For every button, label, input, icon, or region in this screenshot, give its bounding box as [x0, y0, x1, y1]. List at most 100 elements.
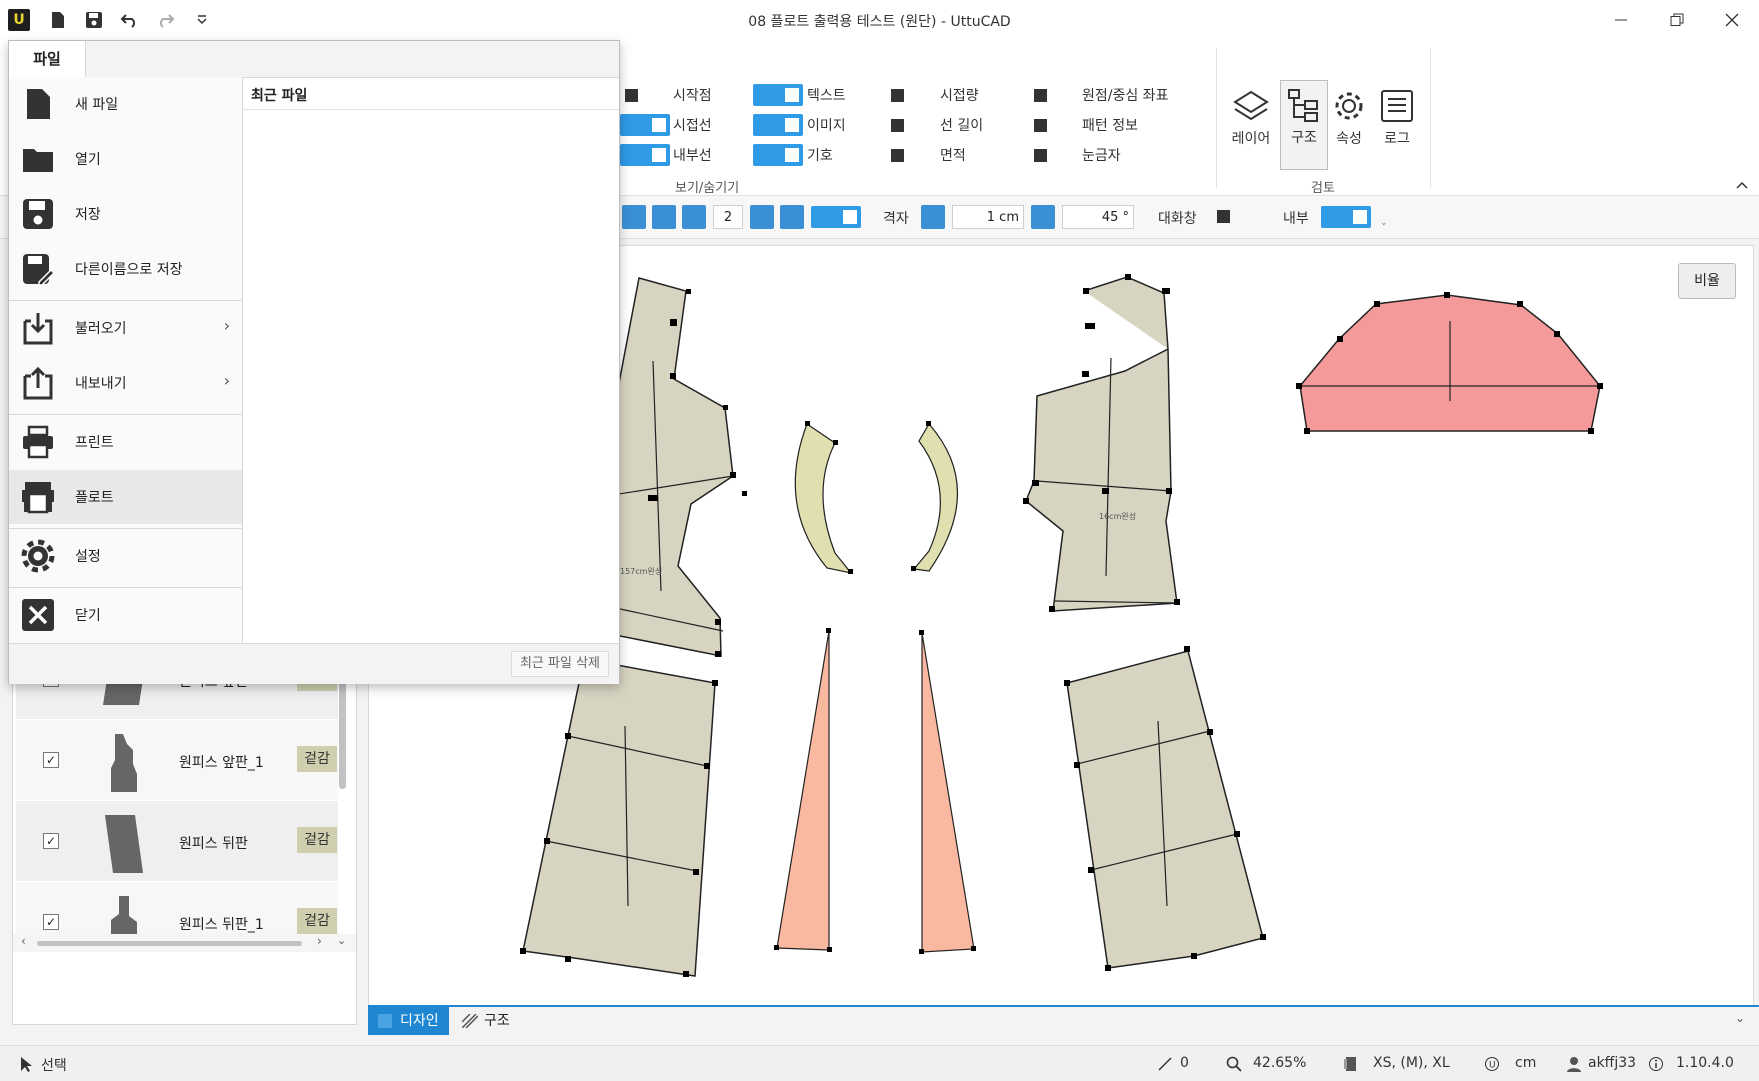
tab-structure[interactable]: 구조 [452, 1007, 520, 1035]
toggle-area[interactable] [891, 149, 904, 162]
toggle-image[interactable] [753, 114, 803, 136]
toggle-start-point[interactable] [625, 89, 638, 102]
back-bodice-piece[interactable] [1025, 276, 1178, 612]
ruler-icon[interactable] [921, 205, 945, 229]
curve-tool-icon[interactable] [750, 205, 774, 229]
label-seam-allowance: 시접량 [940, 88, 979, 104]
restore-button[interactable] [1650, 0, 1704, 40]
label-inner-line: 내부선 [673, 148, 712, 164]
recent-files-list[interactable] [243, 111, 619, 643]
toggle-seam-allowance[interactable] [891, 89, 904, 102]
layer-button[interactable]: 레이어 [1228, 82, 1274, 170]
piece-checkbox[interactable]: ✓ [43, 752, 59, 768]
close-menu-item[interactable]: 닫기 [9, 588, 242, 642]
sizes-status: XS, (M), XL [1373, 1055, 1450, 1071]
open-menu-item[interactable]: 열기 [9, 132, 242, 186]
toggle-line-length[interactable] [891, 119, 904, 132]
collapse-ribbon-icon[interactable] [1736, 178, 1748, 192]
new-file-menu-item[interactable]: 새 파일 [9, 77, 242, 131]
group-label-view: 보기/숨기기 [675, 181, 740, 196]
piece-material-tag: 겉감 [297, 746, 337, 772]
scroll-right-icon[interactable]: › [317, 934, 322, 948]
minimize-button[interactable] [1594, 0, 1648, 40]
front-dart-piece[interactable] [776, 630, 830, 951]
angle-input[interactable]: 45 ° [1062, 205, 1134, 229]
toolbar-overflow-icon[interactable]: ⌄ [1380, 218, 1388, 228]
piece-material-tag: 겉감 [297, 827, 337, 853]
front-skirt-piece[interactable] [522, 658, 716, 977]
line-icon [1158, 1057, 1172, 1071]
save-menu-item[interactable]: 저장 [9, 187, 242, 241]
close-window-button[interactable] [1705, 0, 1759, 40]
scroll-left-icon[interactable]: ‹ [21, 934, 26, 948]
table-row[interactable]: ✓ 원피스 뒤판 겉감 [16, 801, 338, 882]
horizontal-scrollbar[interactable] [37, 941, 302, 946]
export-menu-item[interactable]: 내보내기 › [9, 356, 242, 410]
file-menu: 파일 새 파일 열기 저장 다른이름으로 저장 불러오기 › 내보내기 › 프린… [8, 40, 620, 684]
extend-tool-icon[interactable] [682, 205, 706, 229]
log-button[interactable]: 로그 [1374, 82, 1420, 170]
zoom-status: 42.65% [1253, 1055, 1307, 1071]
print-menu-item[interactable]: 프린트 [9, 415, 242, 469]
intersect-tool-icon[interactable] [652, 205, 676, 229]
toggle-origin-coords[interactable] [1034, 89, 1047, 102]
bottom-tabs: 디자인 구조 ⌄ [368, 1005, 1759, 1035]
cursor-icon [21, 1057, 32, 1072]
snap-toggle[interactable] [811, 206, 861, 228]
status-bar: 선택 0 42.65% XS, (M), XL U cm akffj33 1.1… [0, 1045, 1759, 1081]
plotter-icon [22, 482, 54, 514]
table-row[interactable]: ✓ 원피스 뒤판_1 겉감 [16, 882, 338, 935]
settings-menu-item[interactable]: 설정 [9, 529, 242, 583]
table-row[interactable]: ✓ 원피스 앞판_1 겉감 [16, 720, 338, 801]
ribbon-divider [1430, 48, 1431, 188]
import-menu-item[interactable]: 불러오기 › [9, 301, 242, 355]
recent-files-title: 최근 파일 [251, 88, 308, 104]
menu-item-label: 닫기 [75, 608, 101, 624]
angle-icon[interactable] [1031, 205, 1055, 229]
divide-count-input[interactable]: 2 [713, 205, 743, 229]
back-skirt-piece[interactable] [1066, 650, 1264, 969]
circle-tool-icon[interactable] [780, 205, 804, 229]
hatch-icon [462, 1014, 478, 1028]
toggle-symbol[interactable] [753, 144, 803, 166]
back-facing-piece[interactable] [912, 422, 959, 572]
scroll-down-icon[interactable]: ⌄ [337, 934, 346, 947]
horizontal-scrollbar-track: ‹ › ⌄ [13, 934, 356, 952]
save-as-menu-item[interactable]: 다른이름으로 저장 [9, 242, 242, 296]
info-icon[interactable] [1648, 1056, 1664, 1072]
piece-thumbnail [105, 815, 143, 873]
inner-toggle[interactable] [1321, 206, 1371, 228]
toggle-text[interactable] [753, 84, 803, 106]
structure-button[interactable]: 구조 [1280, 80, 1328, 170]
toggle-seam-line[interactable] [620, 114, 670, 136]
properties-button[interactable]: 속성 [1326, 82, 1372, 170]
grid-size-input[interactable]: 1 cm [952, 205, 1024, 229]
ratio-button[interactable]: 비율 [1678, 263, 1736, 299]
tab-file[interactable]: 파일 [9, 41, 86, 77]
line-tool-icon[interactable] [622, 205, 646, 229]
tab-design[interactable]: 디자인 [368, 1007, 449, 1035]
toggle-ruler[interactable] [1034, 149, 1047, 162]
clear-recent-files-button[interactable]: 최근 파일 삭제 [510, 651, 609, 677]
zoom-icon[interactable] [1226, 1056, 1242, 1072]
piece-checkbox[interactable]: ✓ [43, 914, 59, 930]
structure-button-label: 구조 [1291, 130, 1317, 146]
piece-name: 원피스 뒤판_1 [179, 917, 264, 933]
plot-menu-item[interactable]: 플로트 [9, 470, 242, 524]
expand-tabs-icon[interactable]: ⌄ [1735, 1011, 1745, 1025]
front-facing-piece[interactable] [794, 423, 853, 574]
save-icon [23, 199, 53, 229]
menu-item-label: 저장 [75, 207, 101, 223]
piece-checkbox[interactable]: ✓ [43, 833, 59, 849]
label-text: 텍스트 [807, 88, 846, 104]
user-icon [1567, 1057, 1581, 1072]
sleeve-piece[interactable] [1299, 294, 1601, 432]
label-start-point: 시작점 [673, 88, 712, 104]
toggle-inner-line[interactable] [620, 144, 670, 166]
toggle-pattern-info[interactable] [1034, 119, 1047, 132]
dialog-toggle[interactable] [1217, 210, 1230, 223]
menu-item-label: 새 파일 [75, 97, 119, 113]
menu-item-label: 열기 [75, 152, 101, 168]
export-icon [23, 366, 53, 400]
back-dart-piece[interactable] [921, 632, 975, 953]
